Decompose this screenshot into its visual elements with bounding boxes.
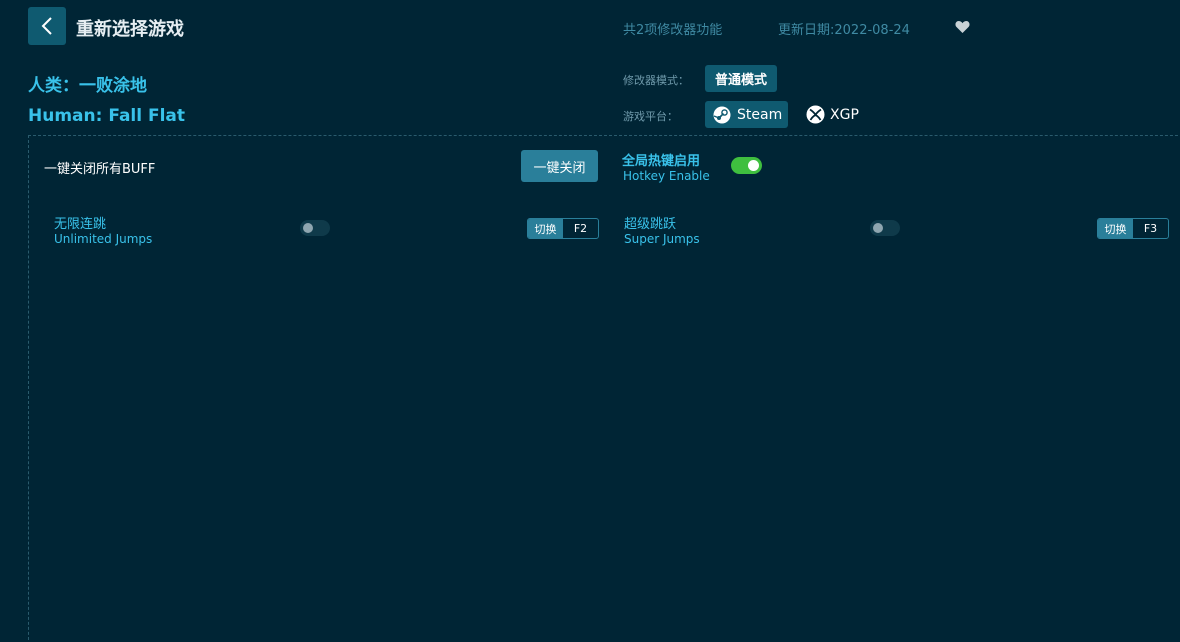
toggle-knob <box>748 160 759 171</box>
hotkey-key: F2 <box>573 222 588 235</box>
cheat-toggle-unlimited-jumps[interactable] <box>300 220 330 236</box>
back-button[interactable] <box>28 7 66 45</box>
page-title: 重新选择游戏 <box>76 19 184 40</box>
feature-count: 共2项修改器功能 <box>623 23 723 38</box>
hotkey-enable-toggle[interactable] <box>731 157 762 174</box>
trainer-window: 重新选择游戏 共2项修改器功能 更新日期:2022-08-24 人类：一败涂地 … <box>0 0 1180 642</box>
platform-xgp-button[interactable]: XGP <box>806 101 859 128</box>
toggle-knob <box>873 223 883 233</box>
xbox-icon <box>806 105 825 124</box>
hotkey-chip-super-jumps[interactable]: 切换 F3 <box>1097 218 1169 239</box>
hotkey-enable-subtitle: Hotkey Enable <box>623 169 710 183</box>
platform-steam-button[interactable]: Steam <box>705 101 788 128</box>
cheat-toggle-super-jumps[interactable] <box>870 220 900 236</box>
hotkey-chip-unlimited-jumps[interactable]: 切换 F2 <box>527 218 599 239</box>
close-all-button[interactable]: 一键关闭 <box>521 150 598 182</box>
heart-icon[interactable] <box>955 19 970 38</box>
cheat-panel <box>28 135 1180 642</box>
mode-button[interactable]: 普通模式 <box>705 65 777 92</box>
hotkey-action: 切换 <box>1098 219 1133 238</box>
game-name-en: Human: Fall Flat <box>28 106 186 126</box>
platform-xgp-label: XGP <box>830 106 859 123</box>
chevron-left-icon <box>41 17 52 35</box>
toggle-knob <box>303 223 313 233</box>
platform-label: 游戏平台： <box>623 110 678 123</box>
steam-icon <box>713 106 731 124</box>
cheat-name-en: Super Jumps <box>624 232 700 246</box>
game-name-cn: 人类：一败涂地 <box>28 76 147 96</box>
close-all-label: 一键关闭所有BUFF <box>44 162 156 177</box>
hotkey-enable-title: 全局热键启用 <box>622 154 701 169</box>
mode-label: 修改器模式： <box>623 74 689 87</box>
platform-steam-label: Steam <box>737 106 783 123</box>
cheat-name-en: Unlimited Jumps <box>54 232 153 246</box>
cheat-name-cn: 超级跳跃 <box>624 217 677 232</box>
hotkey-action: 切换 <box>528 219 563 238</box>
hotkey-key: F3 <box>1143 222 1158 235</box>
update-date: 更新日期:2022-08-24 <box>778 23 910 38</box>
cheat-name-cn: 无限连跳 <box>54 217 107 232</box>
